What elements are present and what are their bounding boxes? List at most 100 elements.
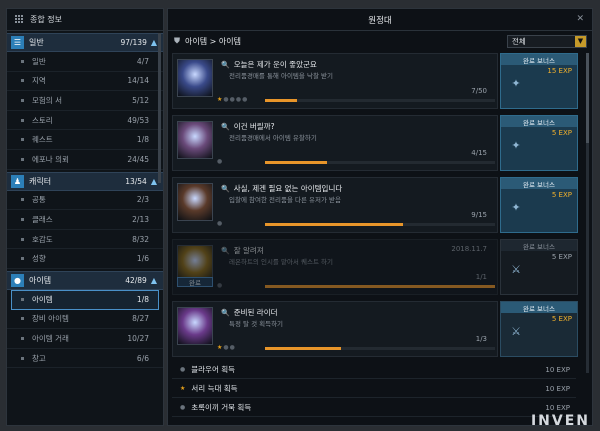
filter-value: 전체: [512, 36, 526, 46]
quest-row[interactable]: 🔍 오늘은 제가 운이 좋았군요전리품경매를 통해 아이템을 낙찰 받기 7/50 ★…: [172, 53, 498, 109]
scrollbar-thumb[interactable]: [586, 53, 589, 143]
list-item-title: 초록이끼 거북 획득: [191, 403, 252, 412]
quest-row[interactable]: 🔍 사실, 제겐 필요 없는 아이템입니다 입찰에 참여한 전리품을 다른 유저가 …: [172, 177, 498, 233]
star-rating: ●: [217, 158, 223, 165]
category-general[interactable]: ☰ 일반 97/139 ▲: [7, 33, 163, 52]
quest-title-text: 잘 알려져: [233, 246, 264, 255]
quest-progress-text: 7/50: [471, 87, 487, 95]
quest-progress-text: 1/1: [475, 273, 487, 281]
bonus-label: 완료 보너스: [501, 54, 577, 65]
sidebar-item[interactable]: 클래스 2/13: [7, 210, 163, 230]
category-label: 캐릭터: [29, 176, 52, 186]
sidebar-item[interactable]: 일반 4/7: [7, 52, 163, 72]
sidebar-item-count: 8/27: [132, 314, 149, 324]
bullet-icon: [21, 317, 24, 321]
quest-progress-bar: [265, 99, 495, 102]
sidebar-item-count: 1/8: [136, 295, 149, 305]
star-empty-icon: ●: [229, 344, 236, 351]
sidebar-item[interactable]: 호감도 8/32: [7, 230, 163, 250]
star-empty-icon: ●: [217, 158, 224, 165]
sidebar-item-label: 에포나 의뢰: [32, 154, 69, 164]
breadcrumb-bar: ⛊ 아이템 > 아이템 전체 ▼: [168, 31, 592, 51]
list-item-exp: 10 EXP: [545, 365, 570, 374]
sidebar-item-label: 일반: [32, 56, 46, 66]
bullet-icon: [21, 118, 24, 122]
completion-bonus[interactable]: 완료 보너스 5 EXP ✦: [500, 115, 578, 171]
star-empty-icon: ●: [180, 404, 186, 411]
expedition-emblem-icon: ✦: [511, 200, 521, 214]
sidebar-item[interactable]: 공통 2/3: [7, 191, 163, 211]
sidebar-item-label: 성향: [32, 254, 46, 264]
quest-description: 전리품경매에서 아이템 유찰하기: [229, 134, 317, 142]
summary-panel: 종합 정보 ☰ 일반 97/139 ▲ 일반 4/7 지역 14/14 모험의 서 5…: [6, 8, 164, 426]
category-count: 13/54: [125, 176, 147, 186]
star-empty-icon: ●: [242, 96, 249, 103]
sidebar-item[interactable]: 모험의 서 5/12: [7, 91, 163, 111]
sidebar-item[interactable]: 장비 아이템 8/27: [7, 310, 163, 330]
quest-title: 🔍 오늘은 제가 운이 좋았군요: [221, 59, 317, 70]
sidebar-item-count: 49/53: [127, 115, 149, 125]
sidebar-item[interactable]: 아이템 거래 10/27: [7, 329, 163, 349]
star-rating: ★●●●●: [217, 96, 248, 103]
bonus-exp: 5 EXP: [551, 129, 572, 137]
close-icon[interactable]: ✕: [576, 14, 584, 24]
completion-bonus[interactable]: 완료 보너스 5 EXP ✦: [500, 177, 578, 233]
quest-description: 전리품경매를 통해 아이템을 낙찰 받기: [229, 72, 333, 80]
category-count: 42/89: [125, 275, 147, 285]
sidebar-item-label: 장비 아이템: [32, 314, 69, 324]
summary-panel-header: 종합 정보: [7, 9, 163, 31]
completion-bonus[interactable]: 완료 보너스 15 EXP ✦: [500, 53, 578, 109]
list-item-exp: 10 EXP: [545, 384, 570, 393]
sidebar-item[interactable]: 성향 1/6: [7, 249, 163, 269]
expedition-panel: 원정대 ✕ ⛊ 아이템 > 아이템 전체 ▼ 🔍 오늘은 제가 운이 좋았군요 전리…: [167, 8, 593, 426]
quest-thumbnail: [177, 121, 213, 159]
quest-thumbnail: [177, 59, 213, 97]
bullet-icon: [21, 59, 24, 63]
category-item[interactable]: ● 아이템 42/89 ▲: [7, 270, 163, 290]
bonus-label: 완료 보너스: [501, 240, 577, 251]
magnifier-icon: 🔍: [221, 184, 230, 193]
quest-thumbnail: [177, 183, 213, 221]
quest-title-text: 오늘은 제가 운이 좋았군요: [233, 60, 317, 69]
chevron-up-icon: ▲: [150, 275, 157, 285]
sidebar-item[interactable]: 지역 14/14: [7, 72, 163, 92]
sidebar-item-count: 2/13: [132, 214, 149, 224]
quest-row[interactable]: 🔍 이건 버릴까? 전리품경매에서 아이템 유찰하기 4/15 ●: [172, 115, 498, 171]
sidebar-item-count: 2/3: [136, 195, 149, 205]
quest-title-text: 준비된 라이더: [233, 308, 278, 317]
bullet-icon: [21, 336, 24, 340]
sidebar-item-label: 창고: [32, 353, 46, 363]
sidebar-item-count: 24/45: [127, 154, 149, 164]
quest-title: 🔍 잘 알려져: [221, 245, 264, 256]
list-item[interactable]: ● 초록이끼 거북 획득 10 EXP: [172, 399, 576, 417]
sidebar-item-label: 아이템: [32, 295, 53, 305]
quest-row[interactable]: 🔍 준비된 라이더 특정 탈 것 획득하기 1/3 ★●●: [172, 301, 498, 357]
sidebar-item[interactable]: 퀘스트 1/8: [7, 130, 163, 150]
magnifier-icon: 🔍: [221, 308, 230, 317]
star-empty-icon: ●: [180, 366, 186, 373]
sidebar-item[interactable]: 창고 6/6: [7, 349, 163, 369]
bag-icon: ●: [11, 273, 24, 287]
quest-row[interactable]: 완료 🔍 잘 알려져 레온하트의 인시를 맡아서 퀘스트 하기 2018.11.7 1/1…: [172, 239, 498, 295]
quest-scrollbar[interactable]: [586, 53, 589, 373]
bullet-icon: [21, 138, 24, 142]
sidebar-item-count: 8/32: [132, 234, 149, 244]
chevron-up-icon: ▲: [150, 176, 157, 186]
filter-dropdown[interactable]: 전체 ▼: [507, 34, 587, 48]
bullet-icon: [21, 198, 24, 202]
sidebar-item[interactable]: 스토리 49/53: [7, 111, 163, 131]
sidebar-item-active[interactable]: 아이템 1/8: [11, 289, 159, 310]
sidebar-item[interactable]: 에포나 의뢰 24/45: [7, 150, 163, 170]
star-empty-icon: ●: [217, 220, 224, 227]
completion-bonus[interactable]: 완료 보너스 5 EXP ⚔: [500, 301, 578, 357]
sidebar-scrollbar[interactable]: [158, 33, 161, 183]
list-item[interactable]: ★ 서리 늑대 획득 10 EXP: [172, 380, 576, 398]
watermark-logo: INVEN: [530, 413, 590, 429]
magnifier-icon: 🔍: [221, 60, 230, 69]
category-character[interactable]: ♟ 캐릭터 13/54 ▲: [7, 171, 163, 191]
bullet-icon: [21, 157, 24, 161]
list-item[interactable]: ● 블라우어 획득 10 EXP: [172, 361, 576, 379]
grid-icon: [15, 15, 24, 24]
bonus-label: 완료 보너스: [501, 178, 577, 189]
completion-bonus[interactable]: 완료 보너스 5 EXP ⚔: [500, 239, 578, 295]
